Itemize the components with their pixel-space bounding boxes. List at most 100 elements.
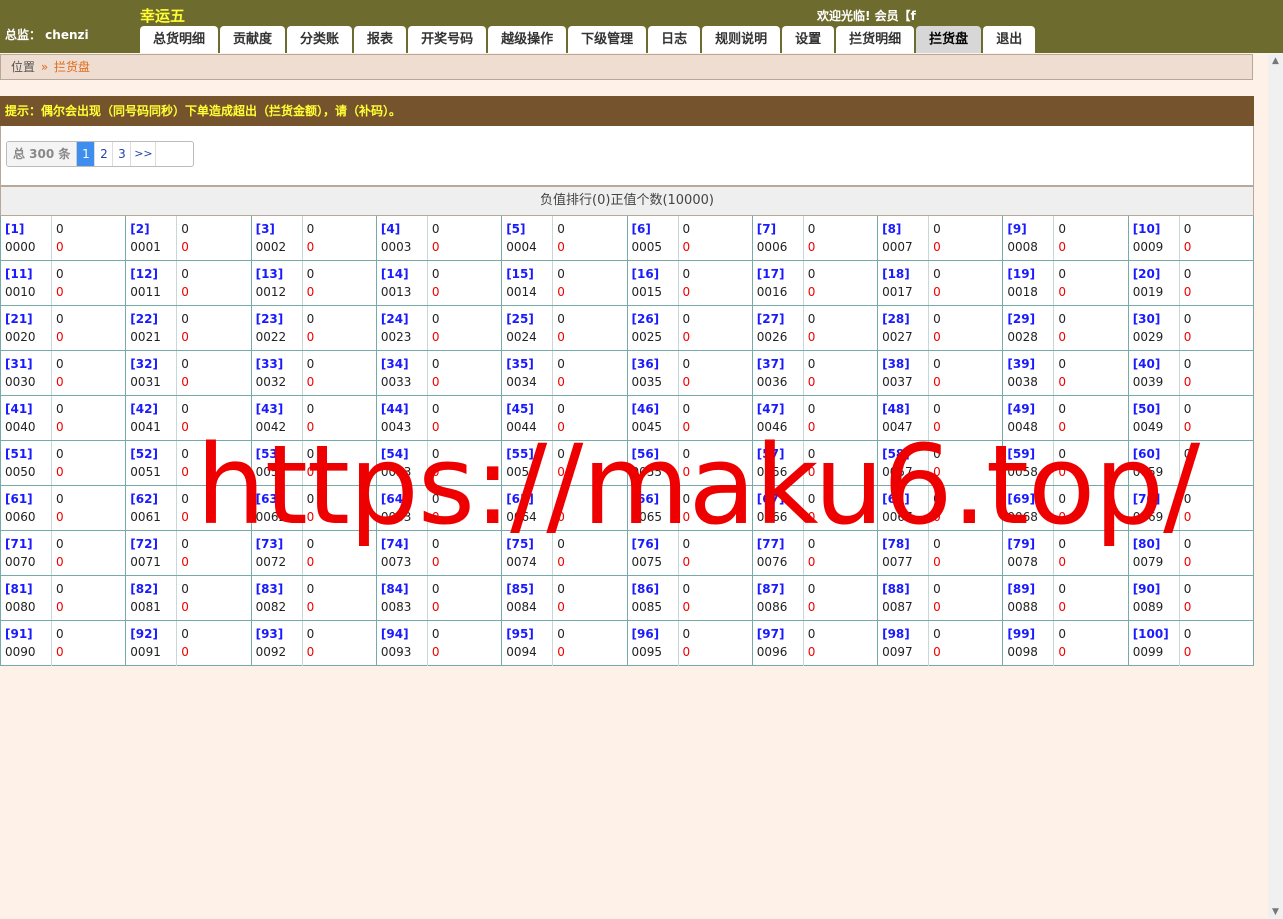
cell-rank-link[interactable]: [54] — [381, 447, 409, 461]
cell-rank-link[interactable]: [71] — [5, 537, 33, 551]
cell-rank-link[interactable]: [65] — [506, 492, 534, 506]
cell-rank-link[interactable]: [58] — [882, 447, 910, 461]
nav-tab-rules[interactable]: 规则说明 — [702, 26, 781, 53]
cell-rank-link[interactable]: [48] — [882, 402, 910, 416]
cell-rank-link[interactable]: [88] — [882, 582, 910, 596]
cell-rank-link[interactable]: [28] — [882, 312, 910, 326]
cell-rank-link[interactable]: [81] — [5, 582, 33, 596]
nav-tab-logout[interactable]: 退出 — [983, 26, 1036, 53]
cell-rank-link[interactable]: [30] — [1133, 312, 1161, 326]
cell-rank-link[interactable]: [49] — [1007, 402, 1035, 416]
cell-rank-link[interactable]: [24] — [381, 312, 409, 326]
cell-rank-link[interactable]: [43] — [256, 402, 284, 416]
page-link-3[interactable]: 3 — [113, 142, 132, 166]
page-link-2[interactable]: 2 — [95, 142, 114, 166]
nav-tab-draw-numbers[interactable]: 开奖号码 — [408, 26, 487, 53]
cell-rank-link[interactable]: [100] — [1133, 627, 1169, 641]
cell-rank-link[interactable]: [73] — [256, 537, 284, 551]
cell-rank-link[interactable]: [52] — [130, 447, 158, 461]
cell-rank-link[interactable]: [80] — [1133, 537, 1161, 551]
nav-tab-intercept-board[interactable]: 拦货盘 — [916, 26, 982, 53]
cell-rank-link[interactable]: [39] — [1007, 357, 1035, 371]
nav-tab-override-ops[interactable]: 越级操作 — [488, 26, 567, 53]
cell-rank-link[interactable]: [27] — [757, 312, 785, 326]
cell-rank-link[interactable]: [55] — [506, 447, 534, 461]
cell-rank-link[interactable]: [21] — [5, 312, 33, 326]
nav-tab-settings[interactable]: 设置 — [782, 26, 835, 53]
cell-rank-link[interactable]: [59] — [1007, 447, 1035, 461]
cell-rank-link[interactable]: [20] — [1133, 267, 1161, 281]
cell-rank-link[interactable]: [34] — [381, 357, 409, 371]
cell-rank-link[interactable]: [60] — [1133, 447, 1161, 461]
cell-rank-link[interactable]: [78] — [882, 537, 910, 551]
cell-rank-link[interactable]: [47] — [757, 402, 785, 416]
cell-rank-link[interactable]: [15] — [506, 267, 534, 281]
cell-rank-link[interactable]: [64] — [381, 492, 409, 506]
cell-rank-link[interactable]: [12] — [130, 267, 158, 281]
cell-rank-link[interactable]: [41] — [5, 402, 33, 416]
cell-rank-link[interactable]: [2] — [130, 222, 149, 236]
page-link-1[interactable]: 1 — [77, 142, 96, 166]
cell-rank-link[interactable]: [36] — [632, 357, 660, 371]
cell-rank-link[interactable]: [4] — [381, 222, 400, 236]
cell-rank-link[interactable]: [11] — [5, 267, 33, 281]
cell-rank-link[interactable]: [31] — [5, 357, 33, 371]
cell-rank-link[interactable]: [62] — [130, 492, 158, 506]
cell-rank-link[interactable]: [53] — [256, 447, 284, 461]
cell-rank-link[interactable]: [50] — [1133, 402, 1161, 416]
cell-rank-link[interactable]: [40] — [1133, 357, 1161, 371]
cell-rank-link[interactable]: [37] — [757, 357, 785, 371]
cell-rank-link[interactable]: [56] — [632, 447, 660, 461]
nav-tab-intercept-detail[interactable]: 拦货明细 — [836, 26, 915, 53]
cell-rank-link[interactable]: [69] — [1007, 492, 1035, 506]
cell-rank-link[interactable]: [13] — [256, 267, 284, 281]
page-jump-input[interactable] — [156, 142, 193, 166]
cell-rank-link[interactable]: [29] — [1007, 312, 1035, 326]
cell-rank-link[interactable]: [93] — [256, 627, 284, 641]
cell-rank-link[interactable]: [38] — [882, 357, 910, 371]
cell-rank-link[interactable]: [8] — [882, 222, 901, 236]
cell-rank-link[interactable]: [3] — [256, 222, 275, 236]
cell-rank-link[interactable]: [70] — [1133, 492, 1161, 506]
cell-rank-link[interactable]: [72] — [130, 537, 158, 551]
nav-tab-reports[interactable]: 报表 — [354, 26, 407, 53]
cell-rank-link[interactable]: [18] — [882, 267, 910, 281]
cell-rank-link[interactable]: [9] — [1007, 222, 1026, 236]
cell-rank-link[interactable]: [25] — [506, 312, 534, 326]
cell-rank-link[interactable]: [75] — [506, 537, 534, 551]
cell-rank-link[interactable]: [76] — [632, 537, 660, 551]
next-page-link[interactable]: >> — [131, 142, 157, 166]
cell-rank-link[interactable]: [10] — [1133, 222, 1161, 236]
vertical-scrollbar[interactable]: ▲ ▼ — [1268, 54, 1283, 919]
cell-rank-link[interactable]: [14] — [381, 267, 409, 281]
cell-rank-link[interactable]: [17] — [757, 267, 785, 281]
cell-rank-link[interactable]: [67] — [757, 492, 785, 506]
cell-rank-link[interactable]: [57] — [757, 447, 785, 461]
cell-rank-link[interactable]: [99] — [1007, 627, 1035, 641]
cell-rank-link[interactable]: [51] — [5, 447, 33, 461]
cell-rank-link[interactable]: [74] — [381, 537, 409, 551]
cell-rank-link[interactable]: [92] — [130, 627, 158, 641]
cell-rank-link[interactable]: [66] — [632, 492, 660, 506]
nav-tab-summary-detail[interactable]: 总货明细 — [140, 26, 219, 53]
cell-rank-link[interactable]: [45] — [506, 402, 534, 416]
cell-rank-link[interactable]: [19] — [1007, 267, 1035, 281]
cell-rank-link[interactable]: [7] — [757, 222, 776, 236]
cell-rank-link[interactable]: [94] — [381, 627, 409, 641]
cell-rank-link[interactable]: [84] — [381, 582, 409, 596]
cell-rank-link[interactable]: [86] — [632, 582, 660, 596]
cell-rank-link[interactable]: [26] — [632, 312, 660, 326]
cell-rank-link[interactable]: [85] — [506, 582, 534, 596]
nav-tab-contribution[interactable]: 贡献度 — [220, 26, 286, 53]
cell-rank-link[interactable]: [35] — [506, 357, 534, 371]
cell-rank-link[interactable]: [23] — [256, 312, 284, 326]
cell-rank-link[interactable]: [96] — [632, 627, 660, 641]
cell-rank-link[interactable]: [97] — [757, 627, 785, 641]
nav-tab-subordinates[interactable]: 下级管理 — [568, 26, 647, 53]
cell-rank-link[interactable]: [16] — [632, 267, 660, 281]
scroll-up-arrow-icon[interactable]: ▲ — [1268, 56, 1283, 66]
nav-tab-category-ledger[interactable]: 分类账 — [287, 26, 353, 53]
cell-rank-link[interactable]: [6] — [632, 222, 651, 236]
cell-rank-link[interactable]: [87] — [757, 582, 785, 596]
cell-rank-link[interactable]: [95] — [506, 627, 534, 641]
